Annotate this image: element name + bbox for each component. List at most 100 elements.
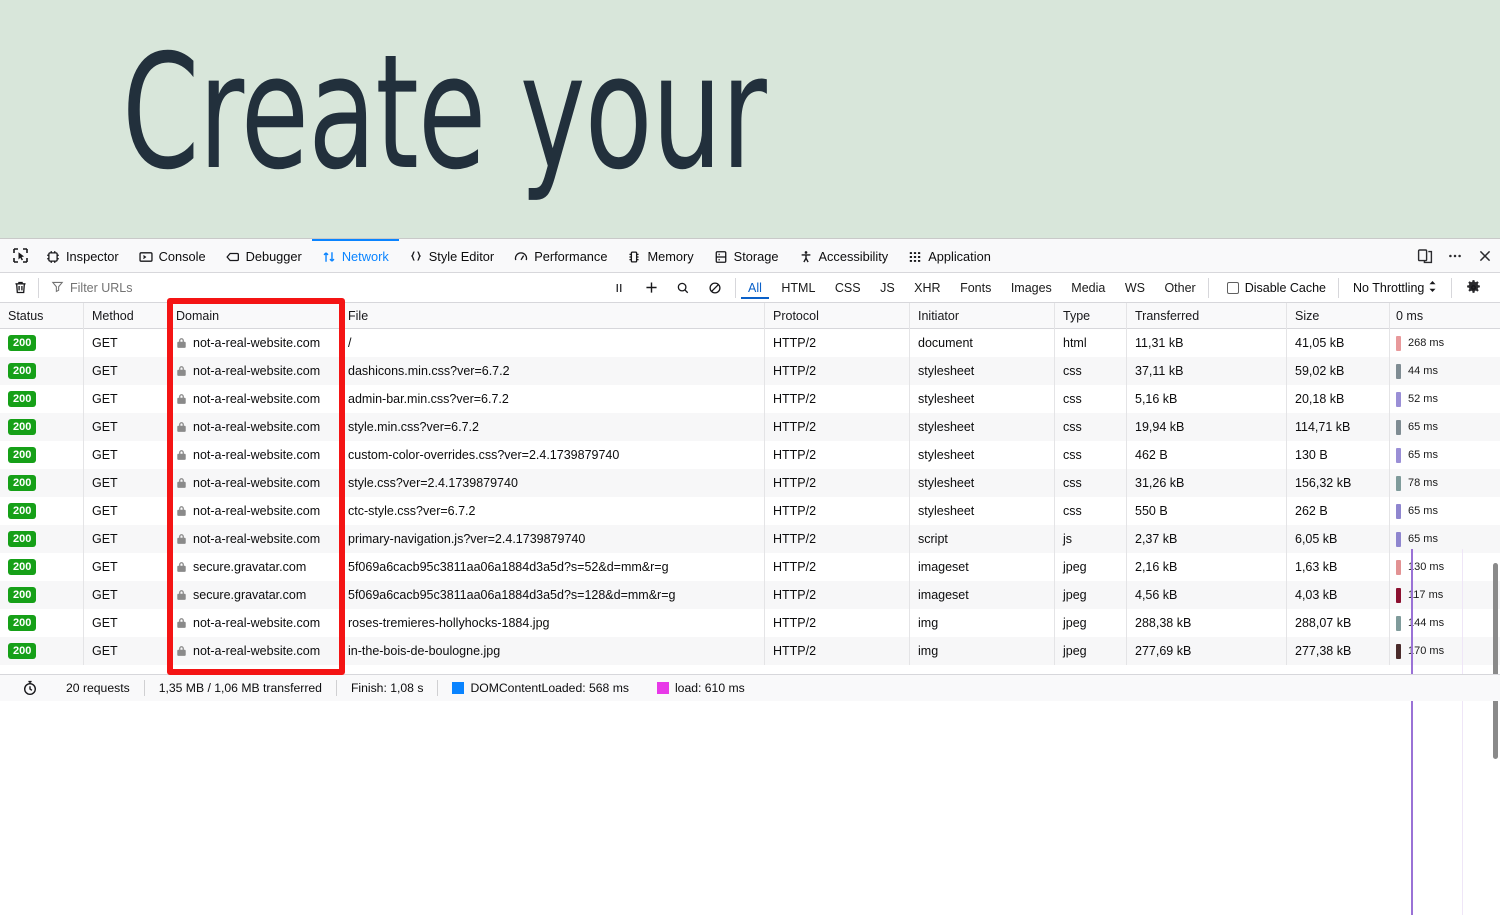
table-row[interactable]: 200 GET not-a-real-website.com ctc-style.cs…: [0, 497, 1500, 525]
filter-type-media[interactable]: Media: [1064, 279, 1112, 299]
cell-type: jpeg: [1055, 553, 1127, 581]
timeline-bar: [1396, 532, 1401, 547]
tab-console[interactable]: Console: [129, 239, 216, 272]
domain-text: not-a-real-website.com: [193, 532, 321, 546]
cell-timeline: 65 ms: [1390, 413, 1500, 441]
cell-domain: not-a-real-website.com: [168, 329, 340, 357]
tab-accessibility[interactable]: Accessibility: [789, 239, 899, 272]
plus-icon[interactable]: [635, 276, 667, 300]
storage-icon: [714, 250, 728, 264]
timeline-bar: [1396, 448, 1401, 463]
block-icon[interactable]: [699, 276, 731, 300]
lock-icon: [176, 421, 187, 433]
column-header-timeline[interactable]: 0 ms: [1390, 303, 1500, 329]
table-row[interactable]: 200 GET not-a-real-website.com roses-tremie…: [0, 609, 1500, 637]
column-header-transferred[interactable]: Transferred: [1127, 302, 1287, 329]
timeline-duration: 65 ms: [1408, 449, 1438, 461]
cell-timeline: 130 ms: [1390, 553, 1500, 581]
network-requests-table: Status Method Domain File Protocol Initi…: [0, 302, 1500, 665]
cell-domain: not-a-real-website.com: [168, 357, 340, 385]
table-row[interactable]: 200 GET not-a-real-website.com dashicons.mi…: [0, 357, 1500, 385]
column-header-initiator[interactable]: Initiator: [910, 302, 1055, 329]
domcontentloaded-marker: DOMContentLoaded: 568 ms: [438, 681, 643, 695]
tab-storage[interactable]: Storage: [704, 239, 789, 272]
filter-type-html[interactable]: HTML: [774, 279, 822, 299]
domain-text: not-a-real-website.com: [193, 420, 321, 434]
cell-transferred: 288,38 kB: [1127, 609, 1287, 637]
cell-domain: not-a-real-website.com: [168, 385, 340, 413]
pause-icon[interactable]: [603, 276, 635, 300]
tab-performance[interactable]: Performance: [504, 239, 617, 272]
tab-inspector[interactable]: Inspector: [36, 239, 129, 272]
filter-type-fonts[interactable]: Fonts: [953, 279, 998, 299]
network-icon: [322, 250, 336, 264]
timeline-duration: 52 ms: [1408, 393, 1438, 405]
toolbar-divider: [1451, 277, 1453, 298]
cell-type: js: [1055, 525, 1127, 553]
search-icon[interactable]: [667, 276, 699, 300]
cell-timeline: 78 ms: [1390, 469, 1500, 497]
cell-initiator: stylesheet: [910, 385, 1055, 413]
cell-method: GET: [84, 413, 168, 441]
element-picker-icon[interactable]: [4, 239, 36, 272]
filter-type-other[interactable]: Other: [1157, 279, 1202, 299]
clear-requests-button[interactable]: [6, 276, 34, 300]
filter-placeholder: Filter URLs: [70, 280, 133, 295]
cell-transferred: 31,26 kB: [1127, 469, 1287, 497]
gear-icon[interactable]: [1456, 276, 1490, 300]
close-icon[interactable]: [1470, 239, 1500, 272]
column-header-method[interactable]: Method: [84, 302, 168, 329]
timeline-duration: 170 ms: [1408, 645, 1445, 657]
cell-timeline: 117 ms: [1390, 581, 1500, 609]
table-row[interactable]: 200 GET not-a-real-website.com primary-navi…: [0, 525, 1500, 553]
domcontentloaded-label: DOMContentLoaded: 568 ms: [470, 681, 629, 695]
lock-icon: [176, 393, 187, 405]
stopwatch-icon[interactable]: [8, 680, 52, 696]
table-row[interactable]: 200 GET not-a-real-website.com in-the-bois-…: [0, 637, 1500, 665]
cell-initiator: document: [910, 329, 1055, 357]
table-row[interactable]: 200 GET not-a-real-website.com custom-color…: [0, 441, 1500, 469]
vertical-scrollbar[interactable]: [1493, 563, 1498, 759]
funnel-icon: [51, 280, 64, 296]
table-row[interactable]: 200 GET secure.gravatar.com 5f069a6cacb95c3…: [0, 581, 1500, 609]
cell-transferred: 4,56 kB: [1127, 581, 1287, 609]
throttling-select[interactable]: No Throttling: [1343, 280, 1447, 296]
tab-memory[interactable]: Memory: [617, 239, 703, 272]
filter-type-xhr[interactable]: XHR: [907, 279, 947, 299]
column-header-type[interactable]: Type: [1055, 302, 1127, 329]
tab-debugger[interactable]: Debugger: [216, 239, 312, 272]
tab-label: Memory: [647, 249, 694, 264]
filter-urls-input[interactable]: Filter URLs: [43, 276, 603, 300]
tab-application[interactable]: Application: [898, 239, 1001, 272]
style-editor-icon: [409, 250, 423, 264]
filter-type-all[interactable]: All: [741, 278, 769, 299]
column-header-protocol[interactable]: Protocol: [765, 302, 910, 329]
filter-type-ws[interactable]: WS: [1118, 279, 1152, 299]
table-row[interactable]: 200 GET secure.gravatar.com 5f069a6cacb95c3…: [0, 553, 1500, 581]
cell-type: jpeg: [1055, 637, 1127, 665]
timeline-bar: [1396, 588, 1401, 603]
table-row[interactable]: 200 GET not-a-real-website.com admin-bar.mi…: [0, 385, 1500, 413]
filter-type-js[interactable]: JS: [873, 279, 902, 299]
tab-label: Application: [928, 249, 991, 264]
lock-icon: [176, 533, 187, 545]
tab-network[interactable]: Network: [311, 239, 399, 272]
devtools-tabbar: Inspector Console Debugger Network Style…: [0, 239, 1500, 273]
column-header-file[interactable]: File: [340, 302, 765, 329]
disable-cache-checkbox[interactable]: Disable Cache: [1219, 281, 1334, 295]
table-row[interactable]: 200 GET not-a-real-website.com style.min.cs…: [0, 413, 1500, 441]
table-row[interactable]: 200 GET not-a-real-website.com / HTTP/2 docum…: [0, 329, 1500, 357]
filter-type-images[interactable]: Images: [1004, 279, 1059, 299]
responsive-design-mode-icon[interactable]: [1410, 239, 1440, 272]
column-header-status[interactable]: Status: [0, 302, 84, 329]
cell-domain: not-a-real-website.com: [168, 497, 340, 525]
column-header-domain[interactable]: Domain: [168, 302, 340, 329]
filter-type-css[interactable]: CSS: [828, 279, 868, 299]
table-row[interactable]: 200 GET not-a-real-website.com style.css?ve…: [0, 469, 1500, 497]
column-header-size[interactable]: Size: [1287, 302, 1390, 329]
cell-transferred: 11,31 kB: [1127, 329, 1287, 357]
tab-style-editor[interactable]: Style Editor: [399, 239, 504, 272]
meatball-menu-icon[interactable]: [1440, 239, 1470, 272]
cell-protocol: HTTP/2: [765, 469, 910, 497]
domain-text: not-a-real-website.com: [193, 644, 321, 658]
